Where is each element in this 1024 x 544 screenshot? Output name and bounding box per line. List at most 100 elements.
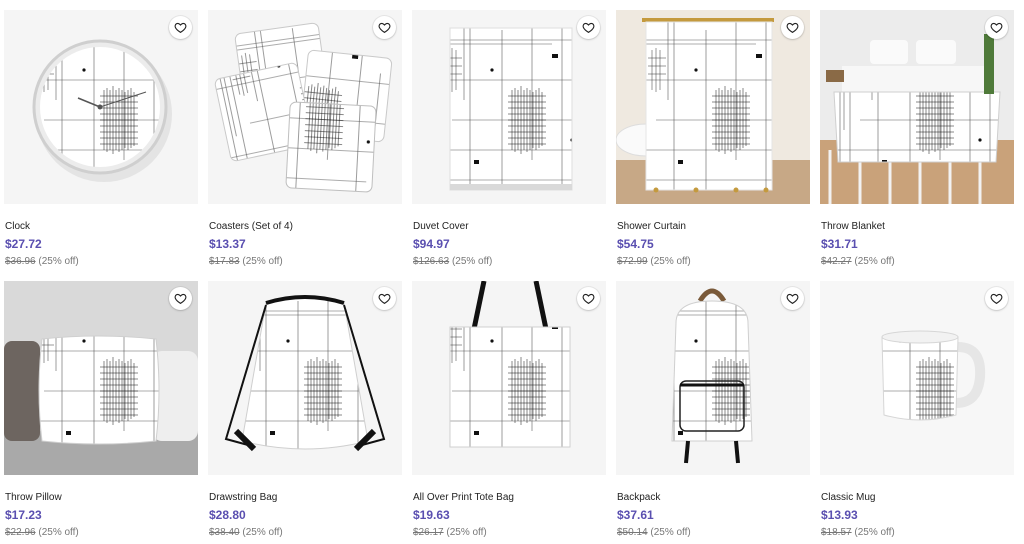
was-price: $17.83 — [209, 256, 240, 267]
product-price: $54.75 — [617, 237, 654, 251]
original-price: $72.99 (25% off) — [617, 256, 691, 267]
product-card-drawstring-bag[interactable]: Drawstring Bag $28.80 $38.40 (25% off) — [208, 281, 402, 538]
heart-outline-icon — [990, 22, 1003, 34]
product-price: $27.72 — [5, 237, 42, 251]
product-image-coasters[interactable] — [208, 10, 402, 204]
clock-thumbnail — [4, 10, 198, 204]
was-price: $26.17 — [413, 527, 444, 538]
heart-outline-icon — [378, 22, 391, 34]
product-card-backpack[interactable]: Backpack $37.61 $50.14 (25% off) — [616, 281, 810, 538]
favorite-button[interactable] — [169, 16, 192, 39]
product-name[interactable]: Clock — [5, 221, 30, 232]
product-image-drawstring-bag[interactable] — [208, 281, 402, 475]
product-name[interactable]: Throw Pillow — [5, 492, 62, 503]
drawstring-bag-thumbnail — [208, 281, 402, 475]
discount-label: (25% off) — [650, 256, 691, 267]
discount-label: (25% off) — [38, 527, 79, 538]
was-price: $22.96 — [5, 527, 36, 538]
heart-outline-icon — [786, 22, 799, 34]
product-price: $94.97 — [413, 237, 450, 251]
was-price: $42.27 — [821, 256, 852, 267]
product-name[interactable]: Coasters (Set of 4) — [209, 221, 293, 232]
was-price: $50.14 — [617, 527, 648, 538]
product-card-clock[interactable]: Clock $27.72 $36.96 (25% off) — [4, 10, 198, 267]
product-card-duvet[interactable]: Duvet Cover $94.97 $126.63 (25% off) — [412, 10, 606, 267]
product-image-duvet[interactable] — [412, 10, 606, 204]
product-image-clock[interactable] — [4, 10, 198, 204]
tote-bag-thumbnail — [412, 281, 606, 475]
product-card-throw-pillow[interactable]: Throw Pillow $17.23 $22.96 (25% off) — [4, 281, 198, 538]
throw-blanket-thumbnail — [820, 10, 1014, 204]
favorite-button[interactable] — [781, 16, 804, 39]
product-name[interactable]: Duvet Cover — [413, 221, 469, 232]
favorite-button[interactable] — [373, 287, 396, 310]
heart-outline-icon — [990, 293, 1003, 305]
product-card-throw-blanket[interactable]: Throw Blanket $31.71 $42.27 (25% off) — [820, 10, 1014, 267]
was-price: $126.63 — [413, 256, 450, 267]
product-card-tote-bag[interactable]: All Over Print Tote Bag $19.63 $26.17 (2… — [412, 281, 606, 538]
favorite-button[interactable] — [985, 16, 1008, 39]
original-price: $36.96 (25% off) — [5, 256, 79, 267]
product-name[interactable]: Throw Blanket — [821, 221, 885, 232]
favorite-button[interactable] — [577, 287, 600, 310]
heart-outline-icon — [582, 293, 595, 305]
product-name[interactable]: Classic Mug — [821, 492, 875, 503]
heart-outline-icon — [174, 293, 187, 305]
original-price: $38.40 (25% off) — [209, 527, 283, 538]
was-price: $72.99 — [617, 256, 648, 267]
product-image-mug[interactable] — [820, 281, 1014, 475]
product-name[interactable]: Shower Curtain — [617, 221, 686, 232]
original-price: $126.63 (25% off) — [413, 256, 492, 267]
product-image-throw-pillow[interactable] — [4, 281, 198, 475]
product-card-mug[interactable]: Classic Mug $13.93 $18.57 (25% off) — [820, 281, 1014, 538]
discount-label: (25% off) — [242, 527, 283, 538]
product-card-shower-curtain[interactable]: Shower Curtain $54.75 $72.99 (25% off) — [616, 10, 810, 267]
coasters-thumbnail — [208, 10, 402, 204]
duvet-thumbnail — [412, 10, 606, 204]
product-price: $13.37 — [209, 237, 246, 251]
product-name[interactable]: All Over Print Tote Bag — [413, 492, 514, 503]
product-price: $28.80 — [209, 508, 246, 522]
discount-label: (25% off) — [650, 527, 691, 538]
heart-outline-icon — [786, 293, 799, 305]
discount-label: (25% off) — [854, 256, 895, 267]
original-price: $18.57 (25% off) — [821, 527, 895, 538]
discount-label: (25% off) — [446, 527, 487, 538]
original-price: $17.83 (25% off) — [209, 256, 283, 267]
favorite-button[interactable] — [781, 287, 804, 310]
mug-thumbnail — [820, 281, 1014, 475]
heart-outline-icon — [174, 22, 187, 34]
was-price: $36.96 — [5, 256, 36, 267]
original-price: $42.27 (25% off) — [821, 256, 895, 267]
product-name[interactable]: Drawstring Bag — [209, 492, 277, 503]
product-price: $31.71 — [821, 237, 858, 251]
product-price: $19.63 — [413, 508, 450, 522]
discount-label: (25% off) — [854, 527, 895, 538]
was-price: $38.40 — [209, 527, 240, 538]
product-image-tote-bag[interactable] — [412, 281, 606, 475]
favorite-button[interactable] — [985, 287, 1008, 310]
was-price: $18.57 — [821, 527, 852, 538]
favorite-button[interactable] — [169, 287, 192, 310]
favorite-button[interactable] — [577, 16, 600, 39]
backpack-thumbnail — [616, 281, 810, 475]
original-price: $22.96 (25% off) — [5, 527, 79, 538]
product-image-throw-blanket[interactable] — [820, 10, 1014, 204]
original-price: $26.17 (25% off) — [413, 527, 487, 538]
product-image-shower-curtain[interactable] — [616, 10, 810, 204]
heart-outline-icon — [582, 22, 595, 34]
discount-label: (25% off) — [451, 256, 493, 267]
discount-label: (25% off) — [38, 256, 79, 267]
product-price: $37.61 — [617, 508, 654, 522]
shower-curtain-thumbnail — [616, 10, 810, 204]
product-price: $17.23 — [5, 508, 42, 522]
product-card-coasters[interactable]: Coasters (Set of 4) $13.37 $17.83 (25% o… — [208, 10, 402, 267]
favorite-button[interactable] — [373, 16, 396, 39]
discount-label: (25% off) — [242, 256, 283, 267]
throw-pillow-thumbnail — [4, 281, 198, 475]
heart-outline-icon — [378, 293, 391, 305]
product-price: $13.93 — [821, 508, 858, 522]
product-name[interactable]: Backpack — [617, 492, 660, 503]
product-image-backpack[interactable] — [616, 281, 810, 475]
original-price: $50.14 (25% off) — [617, 527, 691, 538]
